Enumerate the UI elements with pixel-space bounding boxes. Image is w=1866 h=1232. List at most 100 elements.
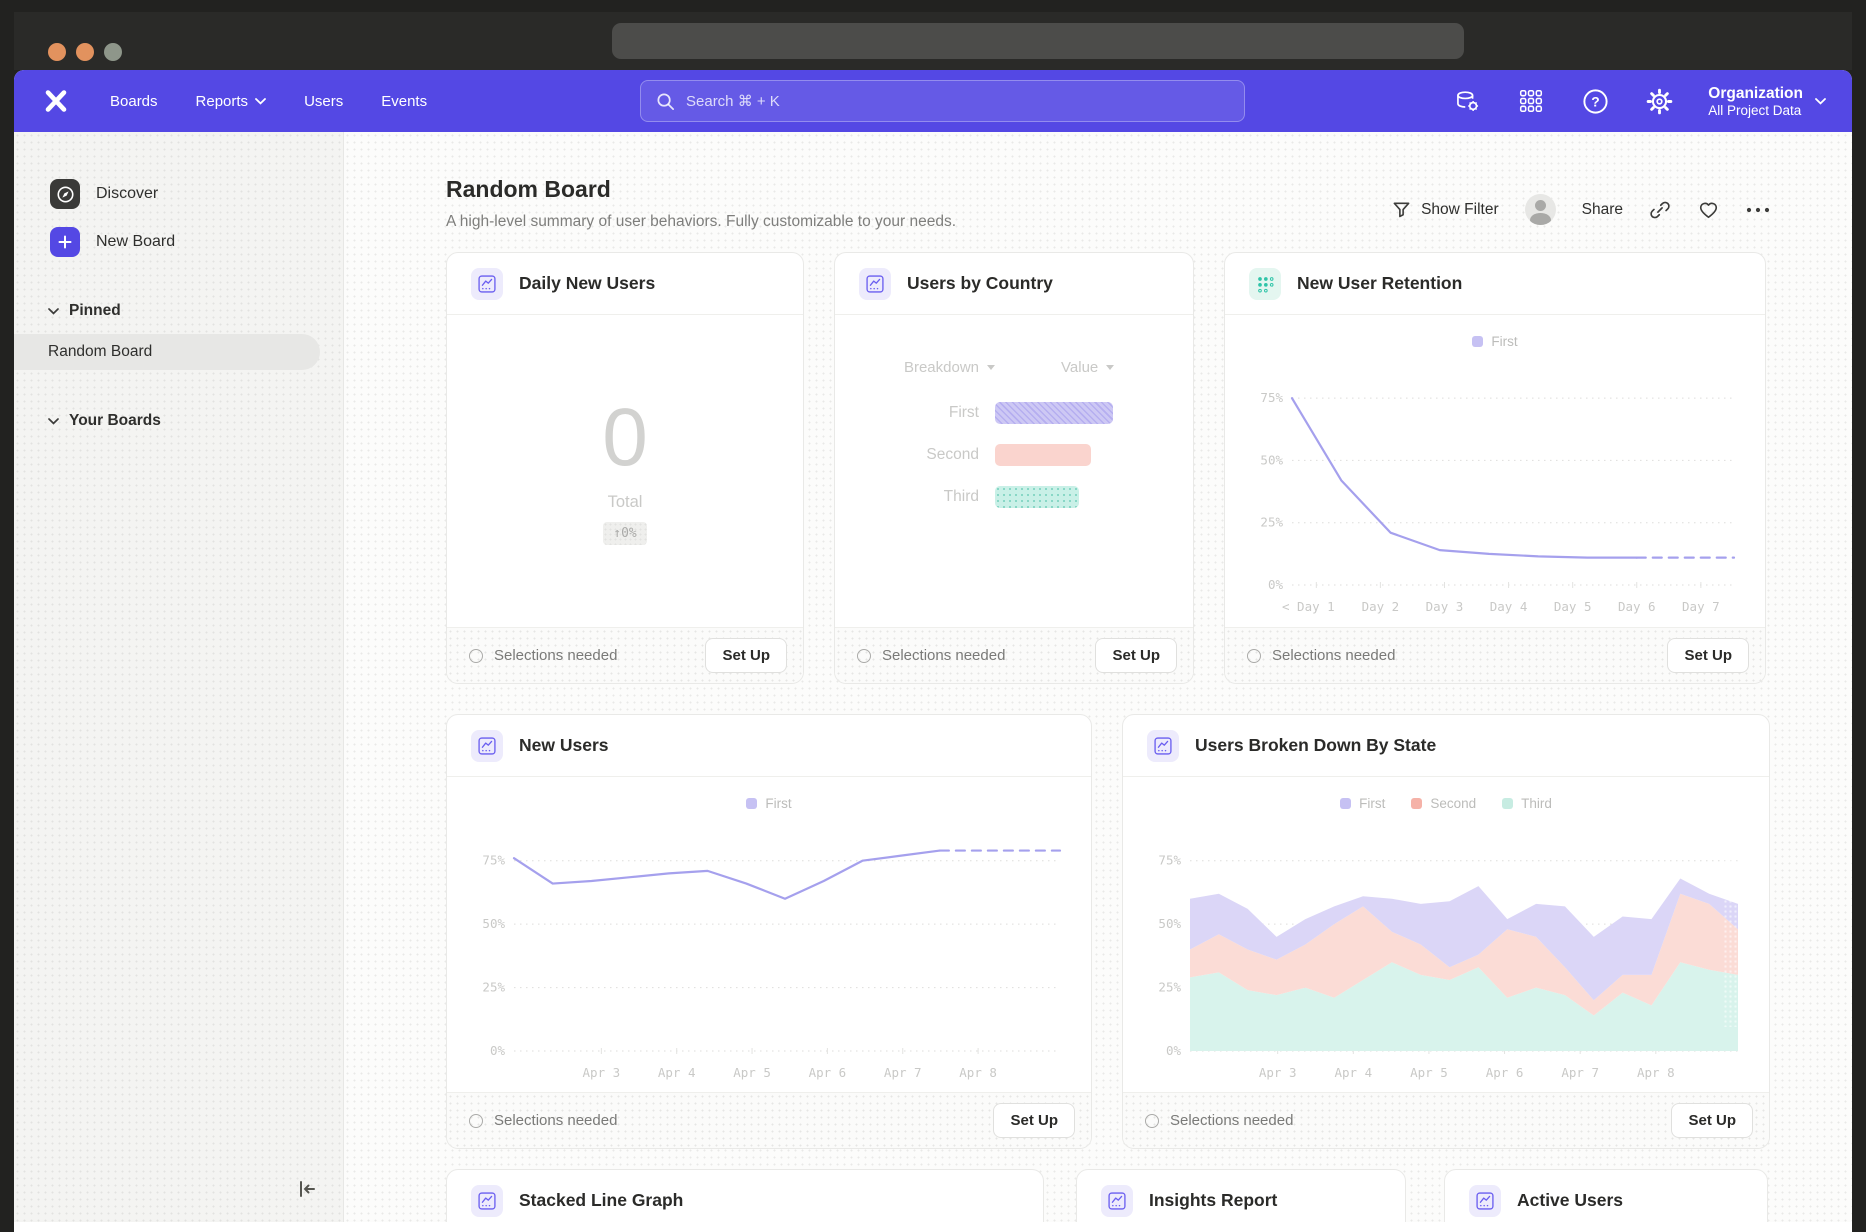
global-search[interactable] [640, 80, 1245, 122]
y-tick-label: 50% [482, 916, 505, 931]
x-tick-label: Apr 5 [1410, 1065, 1448, 1080]
traffic-light-close[interactable] [48, 43, 66, 61]
y-tick-label: 25% [1158, 980, 1181, 995]
favorite-button[interactable] [1697, 198, 1720, 221]
card-active-users: Active Users [1444, 1169, 1768, 1222]
legend-item[interactable]: Third [1502, 796, 1552, 811]
country-row-label: First [835, 404, 995, 422]
apps-grid-icon[interactable] [1516, 86, 1546, 116]
x-tick-label: Day 2 [1362, 599, 1400, 614]
legend-label: First [1359, 796, 1385, 811]
legend-swatch [1472, 336, 1483, 347]
card-title: Insights Report [1149, 1190, 1277, 1211]
card-new-users: New Users First 75%50%25%0%Apr 3Apr 4Apr… [446, 714, 1092, 1149]
link-icon [1649, 199, 1671, 221]
insights-chart-icon [1101, 1185, 1133, 1217]
legend-item[interactable]: Second [1411, 796, 1476, 811]
search-icon [655, 91, 676, 112]
sidebar-item-discover[interactable]: Discover [50, 178, 343, 210]
card-title: Users Broken Down By State [1195, 735, 1436, 756]
svg-text:?: ? [1591, 93, 1599, 109]
x-tick-label: Apr 3 [583, 1065, 621, 1080]
insights-chart-icon [1469, 1185, 1501, 1217]
y-tick-label: 25% [1260, 515, 1283, 530]
country-bars: FirstSecondThird [835, 402, 1193, 508]
set-up-button[interactable]: Set Up [705, 638, 787, 673]
set-up-button[interactable]: Set Up [1671, 1103, 1753, 1138]
legend-swatch [746, 798, 757, 809]
card-new-user-retention: New User Retention First 75%50%25%0%< Da… [1224, 252, 1766, 684]
y-tick-label: 75% [482, 853, 505, 868]
chart-legend: First [746, 793, 791, 813]
help-icon[interactable]: ? [1580, 86, 1610, 116]
legend-label: First [1491, 334, 1517, 349]
card-title: Active Users [1517, 1190, 1623, 1211]
org-project: All Project Data [1708, 103, 1803, 118]
card-title: New Users [519, 735, 609, 756]
show-filter-button[interactable]: Show Filter [1392, 200, 1499, 219]
series-line [1292, 398, 1637, 557]
sidebar-item-random-board[interactable]: Random Board [14, 334, 320, 370]
nav-reports[interactable]: Reports [196, 93, 267, 110]
y-tick-label: 0% [1166, 1043, 1182, 1058]
nav-boards[interactable]: Boards [110, 93, 158, 110]
legend-item[interactable]: First [1472, 334, 1517, 349]
chevron-down-icon [1815, 98, 1826, 105]
settings-gear-icon[interactable] [1644, 86, 1674, 116]
avatar[interactable] [1525, 194, 1556, 225]
chevron-down-icon [48, 418, 59, 425]
breakdown-dropdown[interactable]: Breakdown [835, 359, 995, 376]
plus-icon [50, 227, 80, 257]
traffic-light-minimize[interactable] [76, 43, 94, 61]
insights-chart-icon [471, 1185, 503, 1217]
status-text: Selections needed [469, 647, 617, 664]
chevron-down-icon [987, 365, 995, 370]
country-bar[interactable] [995, 486, 1079, 508]
mixpanel-logo-icon[interactable] [42, 87, 70, 115]
card-daily-new-users: Daily New Users 0 Total ↑0% Selections n… [446, 252, 804, 684]
set-up-button[interactable]: Set Up [993, 1103, 1075, 1138]
value-dropdown[interactable]: Value [1061, 359, 1114, 376]
funnel-icon [1392, 200, 1411, 219]
set-up-button[interactable]: Set Up [1095, 638, 1177, 673]
window-titlebar [14, 12, 1852, 70]
x-tick-label: Apr 7 [1561, 1065, 1599, 1080]
country-row-label: Second [835, 446, 995, 464]
x-tick-label: Apr 8 [1637, 1065, 1675, 1080]
nav-menu: Boards Reports Users Events [110, 93, 427, 110]
card-users-by-country: Users by Country Breakdown Value FirstSe… [834, 252, 1194, 684]
card-stacked-line-graph: Stacked Line Graph [446, 1169, 1044, 1222]
country-bar[interactable] [995, 444, 1091, 466]
sidebar-section-pinned[interactable]: Pinned [48, 302, 343, 320]
status-text: Selections needed [469, 1112, 617, 1129]
share-button[interactable]: Share [1582, 201, 1623, 219]
metric-value: 0 [602, 397, 648, 479]
browser-url-bar[interactable] [612, 23, 1464, 59]
x-tick-label: Apr 4 [1334, 1065, 1372, 1080]
retention-grid-icon [1249, 268, 1281, 300]
x-tick-label: Day 3 [1426, 599, 1464, 614]
cards-row-1: Daily New Users 0 Total ↑0% Selections n… [446, 252, 1852, 684]
org-switcher[interactable]: Organization All Project Data [1708, 84, 1826, 118]
series-line [514, 851, 940, 899]
data-management-icon[interactable] [1452, 86, 1482, 116]
search-input[interactable] [686, 93, 1230, 110]
nav-users[interactable]: Users [304, 93, 343, 110]
more-options-button[interactable] [1746, 207, 1770, 213]
collapse-sidebar-button[interactable] [295, 1177, 319, 1206]
sidebar-item-label: New Board [96, 233, 175, 251]
legend-item[interactable]: First [746, 796, 791, 811]
sidebar-section-your-boards[interactable]: Your Boards [48, 412, 343, 430]
nav-events[interactable]: Events [381, 93, 427, 110]
browser-viewport: Boards Reports Users Events [14, 70, 1852, 1232]
sidebar-item-new-board[interactable]: New Board [50, 226, 343, 258]
x-tick-label: Day 4 [1490, 599, 1528, 614]
x-tick-label: Day 6 [1618, 599, 1656, 614]
app-window: Boards Reports Users Events [0, 0, 1866, 1232]
copy-link-button[interactable] [1649, 199, 1671, 221]
country-bar[interactable] [995, 402, 1113, 424]
legend-item[interactable]: First [1340, 796, 1385, 811]
traffic-light-zoom[interactable] [104, 43, 122, 61]
set-up-button[interactable]: Set Up [1667, 638, 1749, 673]
x-tick-label: Apr 6 [809, 1065, 847, 1080]
